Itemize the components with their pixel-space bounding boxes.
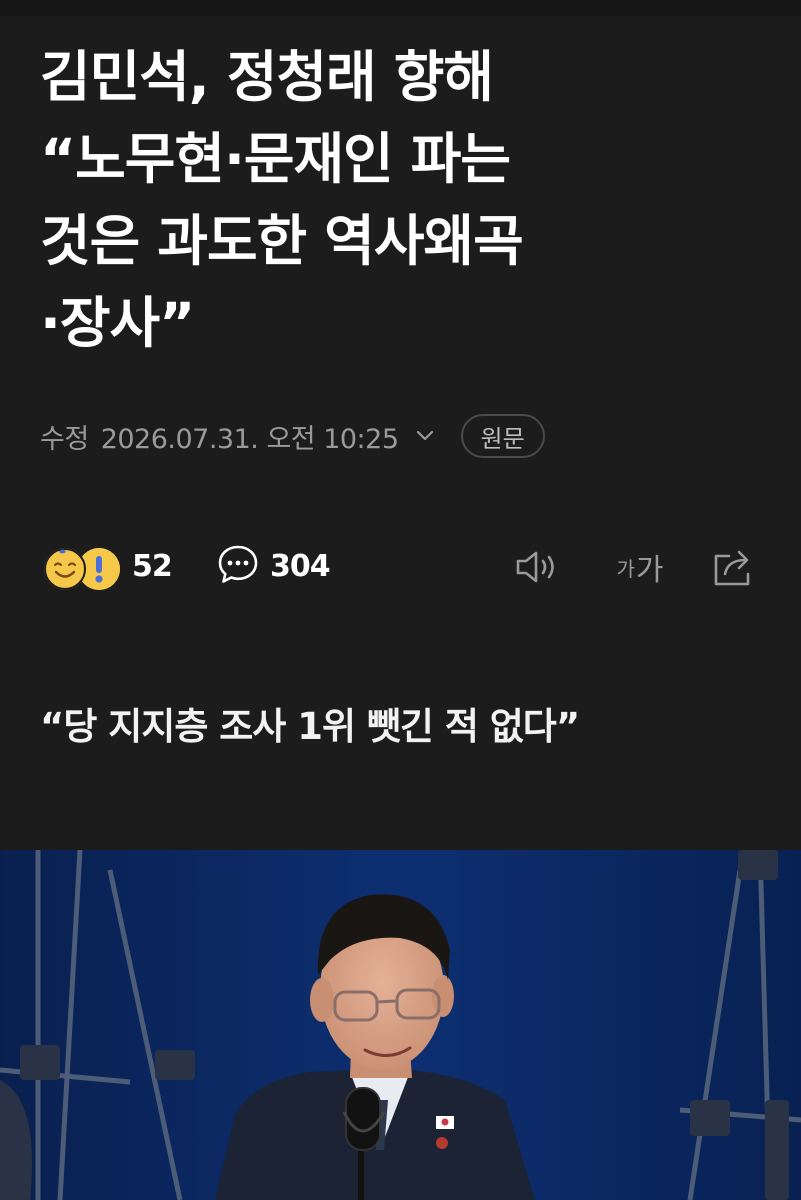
reaction-button[interactable]: 52 (40, 538, 173, 594)
status-bar-strip (0, 0, 801, 16)
article-photo[interactable] (0, 850, 801, 1200)
speech-bubble-icon (216, 542, 260, 590)
article-datetime[interactable]: 2026.07.31. 오전 10:25 (101, 417, 399, 456)
reaction-emojis (40, 540, 124, 592)
chevron-down-icon[interactable] (413, 424, 437, 448)
article-meta: 수정 2026.07.31. 오전 10:25 원문 (40, 410, 545, 462)
article-headline: 김민석, 정청래 향해 “노무현·문재인 파는 것은 과도한 역사왜곡 ·장사” (40, 45, 524, 355)
original-article-button[interactable]: 원문 (460, 414, 545, 458)
smiling-face-icon (44, 548, 86, 590)
article-subheadline: “당 지지층 조사 1위 뺏긴 적 없다” (40, 705, 580, 748)
edited-label: 수정 (40, 423, 89, 455)
font-size-large-label: 가 (635, 553, 664, 588)
comment-button[interactable]: 304 (216, 538, 331, 594)
speaker-icon[interactable] (514, 546, 562, 588)
article-action-bar: 52 304 가 가 (40, 538, 760, 594)
font-size-small-label: 가 (616, 556, 635, 581)
share-icon[interactable] (710, 546, 758, 588)
font-size-button[interactable]: 가 가 (610, 546, 670, 588)
comment-count: 304 (270, 548, 331, 584)
reaction-count: 52 (132, 548, 173, 584)
